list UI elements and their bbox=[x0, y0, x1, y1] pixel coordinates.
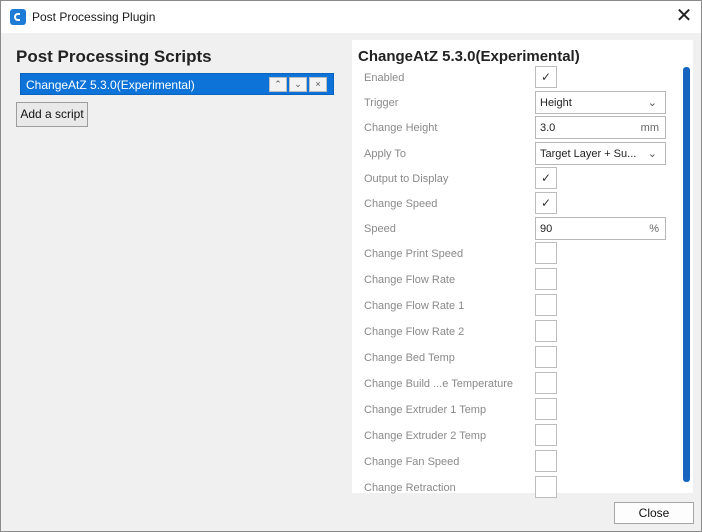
script-settings-title: ChangeAtZ 5.3.0(Experimental) bbox=[358, 48, 580, 65]
speed-input[interactable]: 90 % bbox=[535, 217, 666, 240]
setting-label: Change Fan Speed bbox=[364, 456, 460, 468]
change-extruder-2-temp-checkbox[interactable] bbox=[535, 424, 557, 446]
setting-label: Speed bbox=[364, 223, 396, 235]
setting-label: Change Build ...e Temperature bbox=[364, 378, 513, 390]
window-close-icon[interactable]: ✕ bbox=[667, 1, 701, 33]
post-processing-dialog: Post Processing Plugin ✕ Post Processing… bbox=[0, 0, 702, 532]
change-fan-speed-checkbox[interactable] bbox=[535, 450, 557, 472]
setting-label: Change Bed Temp bbox=[364, 352, 455, 364]
setting-label: Change Extruder 1 Temp bbox=[364, 404, 487, 416]
change-bed-temp-checkbox[interactable] bbox=[535, 346, 557, 368]
speed-unit: % bbox=[649, 223, 659, 235]
chevron-down-icon: ⌄ bbox=[647, 148, 657, 160]
setting-label: Change Retraction bbox=[364, 482, 456, 494]
change-height-value: 3.0 bbox=[540, 122, 556, 134]
apply-to-value: Target Layer + Su... bbox=[540, 148, 637, 160]
close-button[interactable]: Close bbox=[614, 502, 694, 524]
script-name: ChangeAtZ 5.3.0(Experimental) bbox=[26, 78, 195, 92]
setting-label: Change Height bbox=[364, 122, 438, 134]
trigger-select[interactable]: Height ⌄ bbox=[535, 91, 666, 114]
setting-label: Change Flow Rate bbox=[364, 274, 456, 286]
window-title: Post Processing Plugin bbox=[32, 10, 156, 24]
move-up-button[interactable]: ⌃ bbox=[269, 77, 287, 92]
change-flow-rate-2-checkbox[interactable] bbox=[535, 320, 557, 342]
change-height-unit: mm bbox=[640, 122, 659, 134]
change-flow-rate-1-checkbox[interactable] bbox=[535, 294, 557, 316]
setting-label: Change Print Speed bbox=[364, 248, 464, 260]
enabled-checkbox[interactable]: ✓ bbox=[535, 66, 557, 88]
setting-label: Output to Display bbox=[364, 173, 449, 185]
setting-label: Change Speed bbox=[364, 198, 438, 210]
script-list-item[interactable]: ChangeAtZ 5.3.0(Experimental) ⌃ ⌄ × bbox=[20, 73, 334, 95]
setting-label: Change Flow Rate 2 bbox=[364, 326, 465, 338]
settings-scrollbar[interactable] bbox=[683, 67, 690, 482]
add-script-button[interactable]: Add a script bbox=[16, 102, 88, 127]
cura-app-icon bbox=[10, 9, 26, 25]
change-build-volume-temp-checkbox[interactable] bbox=[535, 372, 557, 394]
output-display-checkbox[interactable]: ✓ bbox=[535, 167, 557, 189]
setting-label: Apply To bbox=[364, 148, 406, 160]
scripts-heading: Post Processing Scripts bbox=[16, 47, 212, 66]
chevron-down-icon: ⌄ bbox=[647, 97, 657, 109]
change-speed-checkbox[interactable]: ✓ bbox=[535, 192, 557, 214]
change-flow-rate-checkbox[interactable] bbox=[535, 268, 557, 290]
change-retraction-checkbox[interactable] bbox=[535, 476, 557, 498]
script-settings-panel: ChangeAtZ 5.3.0(Experimental) Enabled ✓ … bbox=[352, 40, 693, 498]
change-print-speed-checkbox[interactable] bbox=[535, 242, 557, 264]
setting-label: Change Flow Rate 1 bbox=[364, 300, 465, 312]
setting-label: Enabled bbox=[364, 72, 405, 84]
speed-value: 90 bbox=[540, 223, 553, 235]
trigger-value: Height bbox=[540, 97, 572, 109]
apply-to-select[interactable]: Target Layer + Su... ⌄ bbox=[535, 142, 666, 165]
setting-label: Trigger bbox=[364, 97, 399, 109]
title-bar: Post Processing Plugin ✕ bbox=[1, 1, 701, 33]
change-height-input[interactable]: 3.0 mm bbox=[535, 116, 666, 139]
remove-script-button[interactable]: × bbox=[309, 77, 327, 92]
change-extruder-1-temp-checkbox[interactable] bbox=[535, 398, 557, 420]
setting-label: Change Extruder 2 Temp bbox=[364, 430, 487, 442]
move-down-button[interactable]: ⌄ bbox=[289, 77, 307, 92]
